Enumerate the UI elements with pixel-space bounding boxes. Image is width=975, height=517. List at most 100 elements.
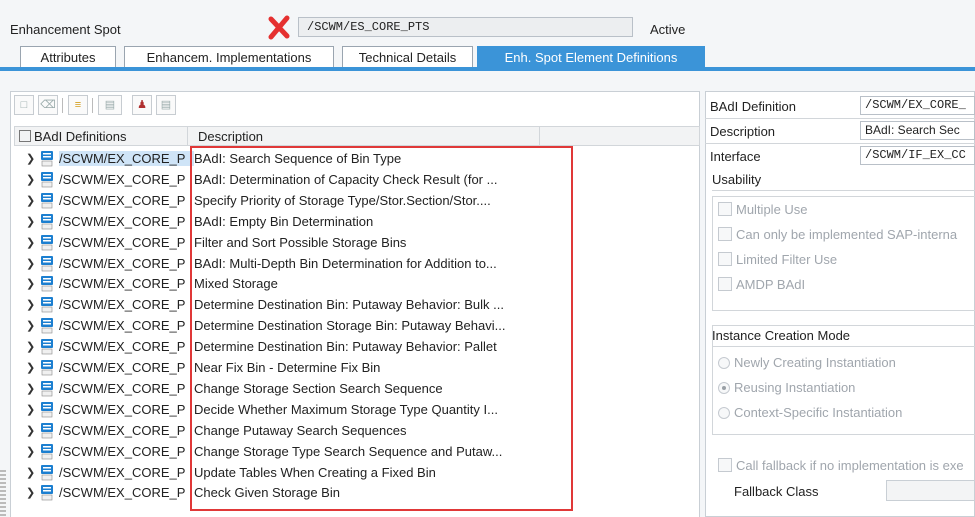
badi-name[interactable]: /SCWM/EX_CORE_P [59,214,194,229]
expand-chevron-icon[interactable]: ❯ [26,403,35,416]
badi-description: Filter and Sort Possible Storage Bins [194,234,407,250]
badi-name[interactable]: /SCWM/EX_CORE_P [59,193,194,208]
copy-icon[interactable]: ▤ [156,95,176,115]
description-field[interactable]: BAdI: Search Sec [860,121,975,140]
column-badi-definitions[interactable]: BAdI Definitions [15,127,188,145]
tab-attributes[interactable]: Attributes [20,46,116,68]
badi-name[interactable]: /SCWM/EX_CORE_P [59,172,194,187]
table-row[interactable]: ❯ /SCWM/EX_CORE_P Near Fix Bin - Determine… [14,358,574,378]
badi-name[interactable]: /SCWM/EX_CORE_P [59,402,194,417]
tab-underline [0,67,975,71]
badi-description: Change Storage Section Search Sequence [194,380,443,396]
table-row[interactable]: ❯ /SCWM/EX_CORE_P Filter and Sort Possible… [14,233,574,253]
checkbox-icon [718,252,732,266]
badi-name[interactable]: /SCWM/EX_CORE_P [59,235,194,250]
limited-filter-checkbox[interactable]: Limited Filter Use [718,252,837,270]
table-row[interactable]: ❯ /SCWM/EX_CORE_P BAdI: Empty Bin Determin… [14,212,574,232]
badi-name[interactable]: /SCWM/EX_CORE_P [59,423,194,438]
multiple-use-checkbox[interactable]: Multiple Use [718,202,808,220]
table-row[interactable]: ❯ /SCWM/EX_CORE_P Update Tables When Creat… [14,463,574,483]
badi-name[interactable]: /SCWM/EX_CORE_P [59,465,194,480]
badi-description: Determine Destination Bin: Putaway Behav… [194,339,497,355]
table-row[interactable]: ❯ /SCWM/EX_CORE_P Determine Destination Bi… [14,295,574,315]
divider [712,346,975,347]
badi-name[interactable]: /SCWM/EX_CORE_P [59,318,194,333]
column-description[interactable]: Description [190,127,540,145]
badi-name[interactable]: /SCWM/EX_CORE_P [59,485,194,500]
table-header: BAdI Definitions Description [14,126,700,146]
expand-chevron-icon[interactable]: ❯ [26,382,35,395]
badi-definition-icon [41,297,53,313]
expand-chevron-icon[interactable]: ❯ [26,340,35,353]
expand-chevron-icon[interactable]: ❯ [26,445,35,458]
tab-technical-details[interactable]: Technical Details [342,46,473,68]
expand-chevron-icon[interactable]: ❯ [26,257,35,270]
reusing-radio[interactable]: Reusing Instantiation [718,380,855,398]
expand-chevron-icon[interactable]: ❯ [26,173,35,186]
new-icon[interactable]: □ [14,95,34,115]
checkbox-icon [718,458,732,472]
badi-definition-icon [41,360,53,376]
table-row[interactable]: ❯ /SCWM/EX_CORE_P BAdI: Multi-Depth Bin De… [14,254,574,274]
tab-enh-spot-element-definitions[interactable]: Enh. Spot Element Definitions [477,46,705,68]
hierarchy-icon[interactable]: ≡ [68,95,88,115]
sap-internal-checkbox[interactable]: Can only be implemented SAP-interna [718,227,957,245]
amdp-badi-checkbox[interactable]: AMDP BAdI [718,277,805,295]
table-row[interactable]: ❯ /SCWM/EX_CORE_P Decide Whether Maximum S… [14,400,574,420]
delete-icon[interactable]: ⌫ [38,95,58,115]
expand-chevron-icon[interactable]: ❯ [26,361,35,374]
table-row[interactable]: ❯ /SCWM/EX_CORE_P Specify Priority of Stor… [14,191,574,211]
usability-title: Usability [712,172,762,187]
badi-definition-label: BAdI Definition [710,99,796,114]
table-row[interactable]: ❯ /SCWM/EX_CORE_P BAdI: Search Sequence of… [14,149,574,169]
badi-definition-icon [41,318,53,334]
badi-description: Decide Whether Maximum Storage Type Quan… [194,401,498,417]
table-row[interactable]: ❯ /SCWM/EX_CORE_P Check Given Storage Bin [14,483,574,503]
newly-creating-radio[interactable]: Newly Creating Instantiation [718,355,896,373]
badi-description: Change Storage Type Search Sequence and … [194,443,503,459]
table-row[interactable]: ❯ /SCWM/EX_CORE_P Determine Destination Bi… [14,337,574,357]
expand-chevron-icon[interactable]: ❯ [26,215,35,228]
table-row[interactable]: ❯ /SCWM/EX_CORE_P Change Storage Type Sear… [14,442,574,462]
badi-name[interactable]: /SCWM/EX_CORE_P [59,360,194,375]
badi-name[interactable]: /SCWM/EX_CORE_P [59,297,194,312]
status-label: Active [650,22,686,37]
badi-name[interactable]: /SCWM/EX_CORE_P [59,339,194,354]
table-row[interactable]: ❯ /SCWM/EX_CORE_P Change Storage Section S… [14,379,574,399]
table-row[interactable]: ❯ /SCWM/EX_CORE_P BAdI: Determination of C… [14,170,574,190]
display-icon[interactable]: ▤ [98,95,122,115]
table-row[interactable]: ❯ /SCWM/EX_CORE_P Determine Destination St… [14,316,574,336]
expand-chevron-icon[interactable]: ❯ [26,486,35,499]
expand-chevron-icon[interactable]: ❯ [26,152,35,165]
expand-chevron-icon[interactable]: ❯ [26,236,35,249]
interface-field[interactable]: /SCWM/IF_EX_CC [860,146,975,165]
expand-chevron-icon[interactable]: ❯ [26,424,35,437]
table-row[interactable]: ❯ /SCWM/EX_CORE_P Mixed Storage [14,274,574,294]
badi-description: Determine Destination Bin: Putaway Behav… [194,297,504,313]
expand-chevron-icon[interactable]: ❯ [26,466,35,479]
badi-name[interactable]: /SCWM/EX_CORE_P [59,276,194,291]
badi-description: Update Tables When Creating a Fixed Bin [194,464,436,480]
badi-name[interactable]: /SCWM/EX_CORE_P [59,151,194,166]
expand-chevron-icon[interactable]: ❯ [26,298,35,311]
badi-definition-icon [41,443,53,459]
table-row[interactable]: ❯ /SCWM/EX_CORE_P Change Putaway Search Se… [14,421,574,441]
expand-chevron-icon[interactable]: ❯ [26,319,35,332]
users-icon[interactable]: ♟ [132,95,152,115]
expand-chevron-icon[interactable]: ❯ [26,194,35,207]
tab-enhancement-implementations[interactable]: Enhancem. Implementations [124,46,334,68]
enhancement-spot-field[interactable]: /SCWM/ES_CORE_PTS [298,17,633,37]
resize-handle[interactable] [0,470,6,517]
badi-name[interactable]: /SCWM/EX_CORE_P [59,381,194,396]
badi-name[interactable]: /SCWM/EX_CORE_P [59,444,194,459]
badi-name[interactable]: /SCWM/EX_CORE_P [59,256,194,271]
fallback-class-field[interactable] [886,480,975,501]
badi-definition-icon [41,192,53,209]
expand-chevron-icon[interactable]: ❯ [26,277,35,290]
badi-definition-field[interactable]: /SCWM/EX_CORE_ [860,96,975,115]
call-fallback-checkbox[interactable]: Call fallback if no implementation is ex… [718,458,964,476]
toolbar-separator [92,98,93,113]
error-x-icon [268,15,290,40]
context-specific-radio[interactable]: Context-Specific Instantiation [718,405,902,423]
badi-definition-icon [41,339,53,355]
